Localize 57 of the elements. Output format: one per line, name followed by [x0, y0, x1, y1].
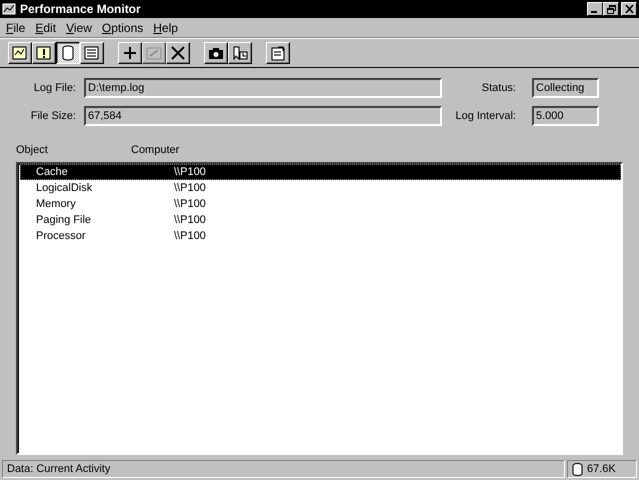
object-cell-text: LogicalDisk: [35, 182, 94, 194]
computer-cell: \\P100: [174, 166, 206, 178]
read-only-field: 5.000: [532, 106, 599, 126]
cross-icon: [169, 45, 187, 61]
exclamation-icon: [35, 45, 53, 61]
plus-icon: [121, 45, 139, 61]
report-view-button[interactable]: [80, 42, 104, 64]
restore-button[interactable]: [603, 2, 619, 16]
chart-view-button[interactable]: [8, 42, 32, 64]
list-row[interactable]: Paging File \\P100: [20, 212, 621, 228]
log-size-text: 67.6K: [587, 463, 616, 475]
bookmark-clock-icon: [231, 45, 249, 61]
menu-item[interactable]: Options: [98, 20, 150, 34]
menu-item[interactable]: File: [2, 20, 32, 34]
read-only-field: 67,584: [84, 106, 442, 126]
status-text: Data: Current Activity: [2, 460, 565, 478]
column-header: Computer: [131, 144, 180, 156]
delete-button[interactable]: [166, 42, 190, 64]
field-label: Log Interval:: [454, 110, 517, 122]
bookmark-view-button[interactable]: [228, 42, 252, 64]
camera-icon: [207, 45, 225, 61]
minimize-button[interactable]: [587, 2, 603, 16]
pencil-icon: [145, 45, 163, 61]
list-row[interactable]: Memory \\P100: [20, 196, 621, 212]
field-label: Log File:: [32, 82, 77, 94]
database-icon: [572, 462, 583, 476]
menu-item[interactable]: View: [62, 20, 98, 34]
add-button[interactable]: [118, 42, 142, 64]
field-label: File Size:: [30, 110, 77, 122]
column-header: Object: [16, 144, 49, 156]
computer-cell: \\P100: [174, 198, 206, 210]
field-label: Status:: [480, 82, 517, 94]
object-cell-text: Cache: [35, 166, 69, 178]
line-chart-icon: [11, 45, 29, 61]
computer-cell: \\P100: [174, 182, 206, 194]
options-view-button[interactable]: [266, 42, 290, 64]
computer-cell: \\P100: [174, 230, 206, 242]
alert-view-button[interactable]: [32, 42, 56, 64]
close-icon: [624, 5, 634, 13]
notepad-icon: [269, 45, 287, 61]
read-only-field: Collecting: [532, 78, 599, 98]
list-row[interactable]: Processor \\P100: [20, 228, 621, 244]
menu-item[interactable]: Help: [149, 20, 184, 34]
log-view-button[interactable]: [56, 42, 80, 64]
computer-cell: \\P100: [174, 214, 206, 226]
object-cell-text: Processor: [35, 230, 87, 242]
window-title: Performance Monitor: [20, 2, 142, 16]
object-cell-text: Memory: [35, 198, 77, 210]
read-only-field: D:\temp.log: [84, 78, 442, 98]
close-button[interactable]: [621, 2, 637, 16]
menu-item[interactable]: Edit: [31, 20, 62, 34]
list-row[interactable]: LogicalDisk \\P100: [20, 180, 621, 196]
object-cell-text: Paging File: [35, 214, 92, 226]
document-lines-icon: [83, 45, 101, 61]
list-row[interactable]: Cache \\P100: [20, 164, 621, 180]
restore-icon: [606, 4, 616, 14]
snapshot-view-button[interactable]: [204, 42, 228, 64]
